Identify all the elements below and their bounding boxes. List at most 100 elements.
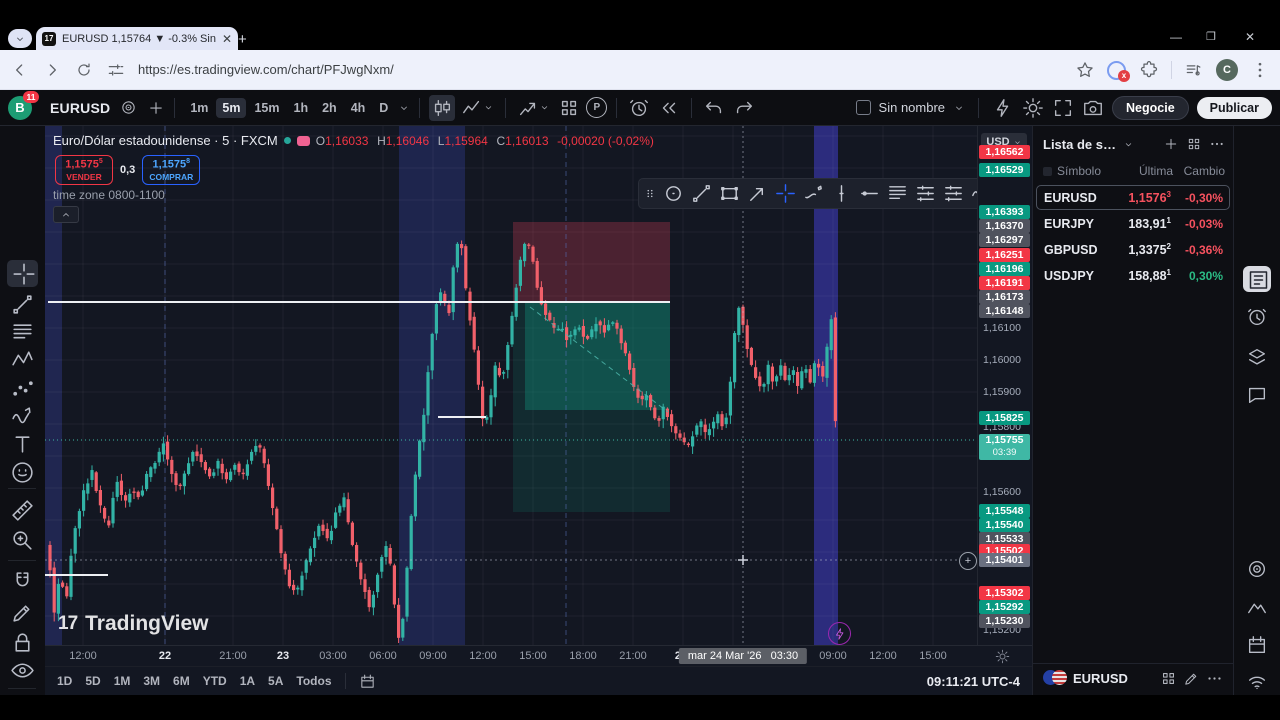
calendar-icon[interactable] — [1246, 634, 1268, 656]
chevron-down-icon[interactable] — [1123, 139, 1134, 150]
new-tab-button[interactable]: + — [238, 31, 247, 48]
watchlist-row-eurjpy[interactable]: EURJPY 183,911 -0,03% — [1036, 211, 1230, 236]
flag-icon[interactable] — [296, 135, 310, 146]
listdoc-icon[interactable] — [1243, 266, 1271, 292]
site-info-icon[interactable] — [106, 60, 126, 80]
range-todos[interactable]: Todos — [296, 674, 331, 688]
footer-more-icon[interactable] — [1206, 670, 1223, 687]
wave-icon[interactable] — [970, 182, 977, 205]
watchlist-title[interactable]: Lista de s… — [1043, 137, 1116, 152]
undo-button[interactable] — [701, 95, 727, 121]
chart-type-candles-button[interactable] — [429, 94, 456, 121]
chevron-down-icon[interactable] — [953, 102, 965, 114]
reload-icon[interactable] — [74, 60, 94, 80]
alarmclock-icon[interactable] — [1246, 306, 1268, 328]
crosshair-add-alert-button[interactable]: + — [959, 552, 977, 570]
user-avatar[interactable]: B 11 — [8, 90, 39, 120]
axis-settings-gear-icon[interactable] — [995, 649, 1010, 664]
range-1d[interactable]: 1D — [57, 674, 72, 688]
grid-view-icon[interactable] — [1186, 136, 1202, 152]
pine-badge[interactable]: P — [586, 97, 608, 118]
crosshair-icon[interactable] — [774, 182, 797, 205]
bookmark-star-icon[interactable] — [1075, 60, 1095, 80]
sliders-icon[interactable] — [942, 182, 965, 205]
publish-button[interactable]: Publicar — [1196, 96, 1272, 119]
tab-close-icon[interactable]: ✕ — [222, 32, 232, 46]
hray-icon[interactable] — [858, 182, 881, 205]
timeframe-5m[interactable]: 5m — [216, 97, 247, 118]
xabcd-icon[interactable] — [10, 348, 35, 373]
layout-checkbox[interactable] — [855, 100, 871, 115]
watchlist-row-gbpusd[interactable]: GBPUSD 1,33752 -0,36% — [1036, 237, 1230, 262]
target-icon[interactable] — [1246, 558, 1268, 580]
forecast-icon[interactable] — [10, 376, 35, 401]
range-1m[interactable]: 1M — [114, 674, 131, 688]
lock-icon[interactable] — [10, 630, 35, 655]
snapshot-camera-icon[interactable] — [1082, 97, 1104, 119]
trend-icon[interactable] — [690, 182, 713, 205]
column-last[interactable]: Última — [1111, 164, 1173, 178]
layout-templates-button[interactable] — [556, 95, 582, 121]
trade-button[interactable]: Negocie — [1112, 95, 1189, 120]
layout-name[interactable]: Sin nombre — [879, 100, 945, 115]
hlines-icon[interactable] — [10, 320, 35, 345]
symbol-search-button[interactable]: EURUSD — [50, 100, 110, 116]
watchlist-row-eurusd[interactable]: EURUSD 1,15763 -0,30% — [1036, 185, 1230, 210]
extension-icon[interactable]: x — [1107, 60, 1130, 82]
forward-icon[interactable] — [42, 60, 62, 80]
pencillock-icon[interactable] — [10, 600, 35, 625]
magnet-icon[interactable] — [10, 570, 35, 595]
recttool-icon[interactable] — [718, 182, 741, 205]
symbol-switch-icon[interactable] — [120, 99, 137, 116]
range-5a[interactable]: 5A — [268, 674, 283, 688]
redo-button[interactable] — [731, 95, 757, 121]
watchlist-more-icon[interactable] — [1209, 136, 1225, 152]
trend-icon[interactable] — [10, 292, 35, 317]
footer-symbol[interactable]: EURUSD — [1073, 671, 1154, 686]
buy-button[interactable]: 1,15758 COMPRAR — [142, 155, 201, 185]
instant-order-button[interactable] — [828, 622, 851, 645]
wave-icon[interactable] — [10, 404, 35, 429]
watchlist-row-usdjpy[interactable]: USDJPY 158,881 0,30% — [1036, 263, 1230, 288]
emoji-icon[interactable] — [10, 460, 35, 485]
range-6m[interactable]: 6M — [173, 674, 190, 688]
window-minimize-button[interactable]: — — [1170, 30, 1182, 44]
footer-grid-icon[interactable] — [1160, 670, 1177, 687]
sliders-icon[interactable] — [914, 182, 937, 205]
window-maximize-button[interactable]: ❐ — [1206, 30, 1216, 43]
symbol-title[interactable]: Euro/Dólar estadounidense · 5 · FXCM — [53, 133, 278, 148]
browser-avatar[interactable]: C — [1216, 58, 1238, 81]
range-5d[interactable]: 5D — [85, 674, 100, 688]
layers-icon[interactable] — [1246, 346, 1268, 368]
sell-button[interactable]: 1,15755 VENDER — [55, 155, 113, 185]
price-axis[interactable]: USD 1,16562 1,16529 1,16393 1,16370 1,16297 1… — [977, 126, 1033, 645]
vline-icon[interactable] — [830, 182, 853, 205]
tab-search-button[interactable] — [8, 29, 32, 48]
add-symbol-icon[interactable] — [1163, 136, 1179, 152]
timeframe-2h[interactable]: 2h — [316, 98, 343, 118]
line-tool-dropdown[interactable] — [459, 95, 496, 121]
timeframe-D[interactable]: D — [373, 98, 394, 118]
hlines-icon[interactable] — [886, 182, 909, 205]
footer-edit-icon[interactable] — [1183, 670, 1200, 687]
dragdots-icon[interactable] — [643, 182, 657, 205]
crosshair-icon[interactable] — [7, 260, 38, 287]
timeframe-15m[interactable]: 15m — [248, 98, 285, 118]
timeframe-chevron-icon[interactable] — [398, 102, 410, 114]
range-ytd[interactable]: YTD — [203, 674, 227, 688]
browser-menu-icon[interactable] — [1250, 60, 1270, 80]
go-to-date-icon[interactable] — [359, 673, 376, 690]
clock-utc[interactable]: 09:11:21 UTC-4 — [927, 674, 1020, 689]
media-playlist-icon[interactable] — [1184, 60, 1204, 80]
bar-replay-button[interactable] — [656, 95, 682, 121]
eyecross-icon[interactable] — [10, 658, 35, 683]
chat-icon[interactable] — [1246, 384, 1268, 406]
arrowtool-icon[interactable] — [746, 182, 769, 205]
textT-icon[interactable] — [10, 432, 35, 457]
extensions-puzzle-icon[interactable] — [1139, 60, 1159, 80]
timeframe-1h[interactable]: 1h — [288, 98, 315, 118]
browser-tab[interactable]: 17 EURUSD 1,15764 ▼ -0.3% Sin ✕ — [36, 27, 238, 50]
circletool-icon[interactable] — [662, 182, 685, 205]
compare-add-icon[interactable] — [147, 99, 165, 117]
url-text[interactable]: https://es.tradingview.com/chart/PFJwgNx… — [138, 62, 1063, 77]
